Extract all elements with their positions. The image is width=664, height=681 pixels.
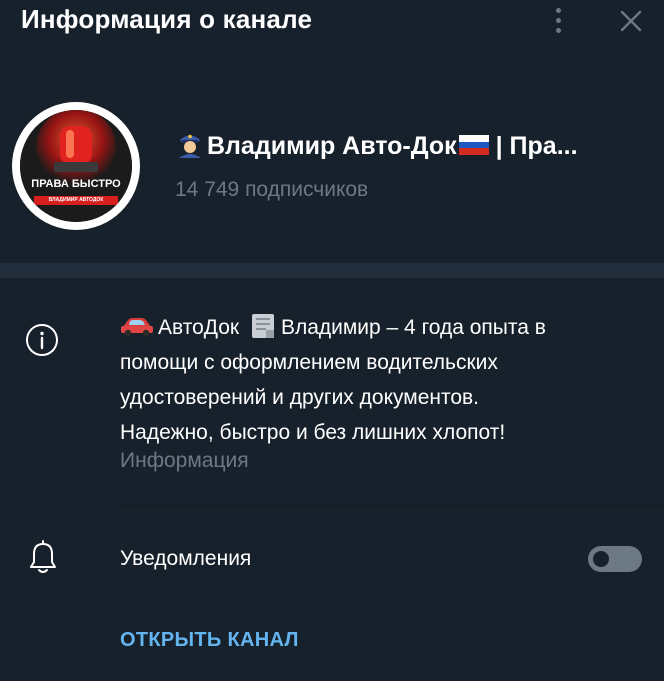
channel-name-suffix: | Пра...: [488, 132, 578, 160]
channel-profile: ПРАВА БЫСТРО ВЛАДИМИР АВТОДОК Владимир А…: [0, 90, 664, 240]
open-channel-button[interactable]: ОТКРЫТЬ КАНАЛ: [120, 629, 299, 652]
avatar-image: ПРАВА БЫСТРО ВЛАДИМИР АВТОДОК: [20, 110, 132, 222]
toggle-knob: [590, 548, 612, 570]
info-icon: [25, 323, 59, 357]
more-vertical-icon-dot: [555, 27, 561, 33]
close-icon: [620, 10, 642, 32]
description-line-1: АвтоДок Владимир – 4 года опыта в: [120, 310, 650, 345]
more-options-button[interactable]: [545, 4, 571, 36]
police-officer-emoji-icon: [179, 134, 201, 158]
channel-name: Владимир Авто-Док | Пра...: [175, 130, 655, 161]
header-bar: Информация о канале: [0, 0, 664, 46]
notifications-toggle[interactable]: [588, 546, 642, 572]
more-vertical-icon: [555, 7, 561, 13]
description-line-1a: АвтоДок: [158, 316, 240, 339]
avatar-bottom-text: ВЛАДИМИР АВТОДОК: [48, 197, 104, 203]
avatar-top-text: ПРАВА БЫСТРО: [31, 178, 121, 190]
description-line-1b: Владимир – 4 года опыта в: [280, 316, 546, 339]
close-button[interactable]: [616, 6, 646, 36]
channel-description: АвтоДок Владимир – 4 года опыта в помощи…: [120, 310, 650, 450]
description-line-3: удостоверений и других документов.: [120, 386, 480, 409]
description-line-2: помощи с оформлением водительских: [120, 351, 498, 374]
notifications-label: Уведомления: [120, 547, 252, 570]
red-car-icon: [121, 318, 153, 337]
channel-name-text: Владимир Авто-Док: [207, 132, 457, 160]
avatar[interactable]: ПРАВА БЫСТРО ВЛАДИМИР АВТОДОК: [12, 102, 140, 230]
document-icon: [251, 314, 274, 338]
description-caption: Информация: [120, 449, 249, 472]
siren-logo-icon: [20, 110, 132, 222]
section-separator: [0, 263, 664, 278]
subscriber-count: 14 749 подписчиков: [175, 178, 369, 201]
page-title: Информация о канале: [21, 4, 313, 34]
description-line-4: Надежно, быстро и без лишних хлопот!: [120, 421, 506, 444]
bell-icon: [27, 540, 59, 576]
more-vertical-icon-dot: [555, 17, 561, 23]
divider: [120, 505, 664, 506]
russia-flag-icon: [458, 135, 489, 155]
